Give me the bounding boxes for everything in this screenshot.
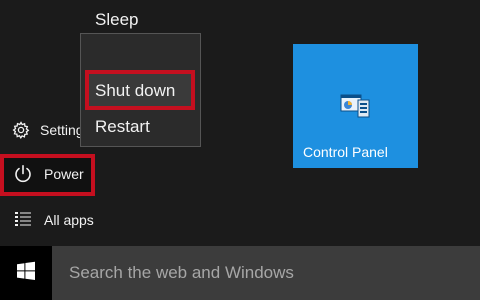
windows-logo-icon bbox=[16, 261, 36, 286]
settings-item[interactable]: Settings bbox=[0, 114, 80, 146]
search-placeholder: Search the web and Windows bbox=[69, 263, 294, 282]
sleep-menu-item[interactable]: Sleep bbox=[95, 7, 138, 33]
settings-label: Settings bbox=[40, 122, 80, 138]
control-panel-tile[interactable]: Control Panel bbox=[293, 44, 418, 168]
gear-icon bbox=[12, 119, 30, 141]
list-icon bbox=[12, 209, 34, 231]
all-apps-item[interactable]: All apps bbox=[0, 204, 94, 236]
shutdown-menu-item[interactable]: Shut down bbox=[95, 78, 175, 104]
start-button[interactable] bbox=[0, 246, 52, 300]
taskbar: Search the web and Windows bbox=[0, 246, 480, 300]
power-item[interactable]: Power bbox=[0, 158, 92, 190]
power-label: Power bbox=[44, 166, 84, 182]
control-panel-label: Control Panel bbox=[303, 144, 388, 160]
power-icon bbox=[12, 163, 34, 185]
all-apps-label: All apps bbox=[44, 212, 94, 228]
restart-menu-item[interactable]: Restart bbox=[95, 114, 150, 140]
search-input[interactable]: Search the web and Windows bbox=[52, 246, 480, 300]
control-panel-icon bbox=[340, 94, 370, 118]
